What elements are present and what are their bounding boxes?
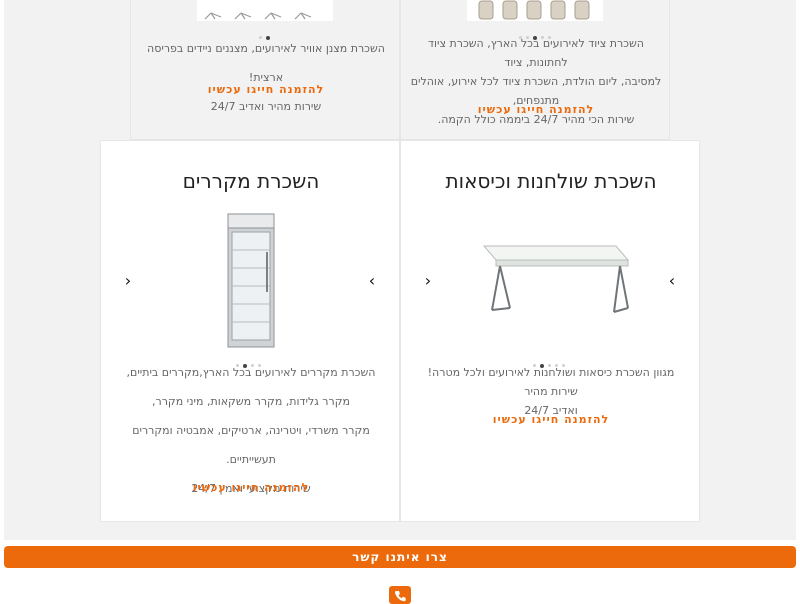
- card-description: מגוון השכרת כיסאות ושולחנות לאירועים ולכ…: [415, 358, 687, 420]
- description-line: השכרת מקררים לאירועים בכל הארץ,מקררים בי…: [126, 366, 376, 379]
- air-cooler-image: [197, 0, 333, 21]
- order-call-link[interactable]: להזמנה חייגו עכשיו: [131, 83, 401, 96]
- order-call-link[interactable]: להזמנה חייגו עכשיו: [401, 103, 671, 116]
- service-card-air-coolers: השכרת מצנן אוויר לאירועים, מצננים ניידים…: [130, 0, 400, 140]
- card-title: השכרת מקררים: [182, 169, 320, 193]
- order-call-link[interactable]: להזמנה חייגו עכשיו: [401, 413, 701, 426]
- description-line: מגוון השכרת כיסאות ושולחנות לאירועים ולכ…: [427, 366, 675, 398]
- description-line: מקרר משרדי, ויטרינה, ארטיקים, אמבטיה ומק…: [132, 424, 370, 466]
- contact-us-button[interactable]: צרו איתנו קשר: [4, 546, 796, 568]
- carousel-prev-arrow[interactable]: ‹: [421, 273, 435, 289]
- service-card-fridges: השכרת מקררים ‹ › השכרת מקררים לאירועים ב…: [100, 140, 400, 522]
- description-line: השכרת ציוד לאירועים בכל הארץ, השכרת ציוד…: [428, 37, 644, 69]
- carousel-dots: [257, 27, 272, 40]
- table-image: [466, 212, 634, 349]
- phone-call-button[interactable]: [389, 586, 411, 604]
- card-title: השכרת שולחנות וכיסאות: [445, 169, 657, 193]
- service-card-event-equipment: השכרת ציוד לאירועים בכל הארץ, השכרת ציוד…: [400, 0, 670, 140]
- description-line: שירות מהיר ואדיב 24/7: [210, 100, 322, 113]
- service-card-tables-chairs: השכרת שולחנות וכיסאות ‹ › מגוון השכרת כי…: [400, 140, 700, 522]
- order-call-link[interactable]: להזמנה חייגו עכשיו: [101, 481, 401, 494]
- card-description: השכרת מצנן אוויר לאירועים, מצננים ניידים…: [131, 34, 401, 121]
- carousel-next-arrow[interactable]: ›: [365, 273, 379, 289]
- fridge-image: [182, 212, 319, 349]
- carousel-prev-arrow[interactable]: ‹: [121, 273, 135, 289]
- carousel-next-arrow[interactable]: ›: [665, 273, 679, 289]
- carousel-dots: [517, 27, 553, 40]
- equipment-image: [467, 0, 603, 21]
- description-line: מקרר גלידות, מקרר משקאות, מיני מקרר,: [152, 395, 350, 408]
